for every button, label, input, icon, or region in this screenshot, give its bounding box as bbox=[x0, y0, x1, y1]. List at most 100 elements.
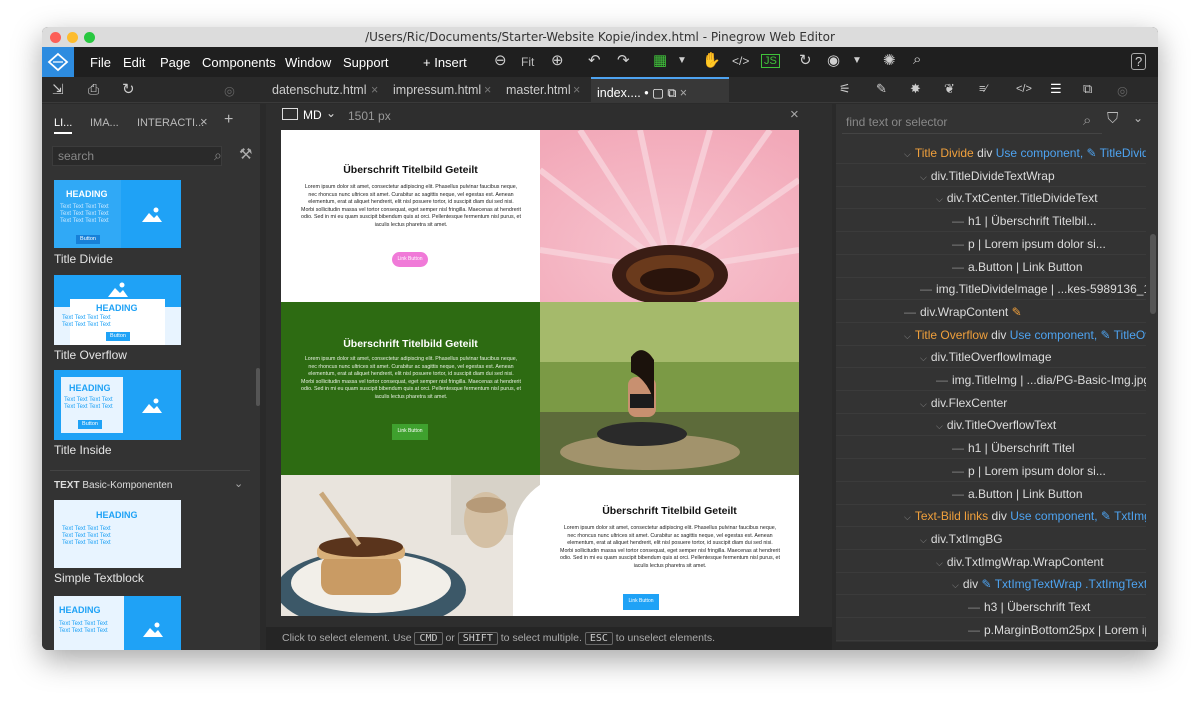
tree-node[interactable]: — div.WrapContent ✎ bbox=[836, 301, 1146, 323]
menu-support[interactable]: Support bbox=[343, 55, 389, 70]
js-icon[interactable]: JS bbox=[761, 54, 780, 68]
tree-node[interactable]: — p | Lorem ipsum dolor si... bbox=[836, 460, 1146, 482]
tree-icon[interactable]: ☰ bbox=[1050, 81, 1062, 97]
left-splitter[interactable] bbox=[260, 104, 266, 650]
component-thumb-title-inside[interactable]: HEADING Text Text Text Text Text Text Te… bbox=[54, 370, 181, 440]
section-heading[interactable]: Überschrift Titelbild Geteilt bbox=[281, 338, 540, 350]
section-heading[interactable]: Überschrift Titelbild Geteilt bbox=[281, 164, 540, 176]
tree-component-link[interactable]: Use component, ✎ TitleOv bbox=[1010, 328, 1146, 342]
tree-component-link[interactable]: ✎ TxtImgTextWrap .TxtImgTextW bbox=[982, 577, 1146, 591]
grid-icon[interactable]: ▦ bbox=[653, 51, 667, 69]
chevron-down-icon[interactable]: ⌵ bbox=[920, 399, 927, 409]
chevron-down-icon[interactable]: ⌵ bbox=[920, 353, 927, 363]
search-icon[interactable]: ⌕ bbox=[913, 51, 921, 68]
brush-icon[interactable]: ✎ bbox=[1008, 305, 1022, 319]
tree-node[interactable]: ⌵ div.TxtImgBG bbox=[836, 528, 1146, 550]
section-paragraph[interactable]: Lorem ipsum dolor sit amet, consectetur … bbox=[301, 356, 521, 401]
globe-icon[interactable]: ✺ bbox=[883, 51, 896, 69]
section-title-divide[interactable]: Überschrift Titelbild Geteilt Lorem ipsu… bbox=[281, 130, 799, 302]
exit-icon[interactable]: ⇲ bbox=[52, 81, 64, 98]
component-thumb-title-divide[interactable]: HEADING Text Text Text Text Text Text Te… bbox=[54, 180, 181, 248]
menu-components[interactable]: Components bbox=[202, 55, 276, 70]
tree-scrollbar[interactable] bbox=[1150, 234, 1156, 314]
sliders-icon[interactable]: ⚟ bbox=[839, 81, 851, 97]
device-size[interactable]: MD bbox=[303, 108, 322, 122]
menu-file[interactable]: File bbox=[90, 55, 111, 70]
tab-master[interactable]: master.html bbox=[506, 83, 571, 97]
chevron-down-icon[interactable]: ⌵ bbox=[920, 172, 927, 182]
redo-icon[interactable]: ↷ bbox=[617, 51, 630, 69]
close-icon[interactable]: × bbox=[200, 114, 208, 129]
print-icon[interactable]: ⎙ bbox=[88, 81, 99, 98]
chevron-down-icon[interactable]: ▼ bbox=[677, 55, 687, 66]
eye-icon[interactable]: ◎ bbox=[224, 83, 235, 98]
tab-interactions[interactable]: INTERACTI... bbox=[137, 117, 204, 129]
tree-node[interactable]: — a.Button | Link Button bbox=[836, 256, 1146, 278]
brush-icon[interactable]: ✎ bbox=[876, 81, 887, 97]
menu-page[interactable]: Page bbox=[160, 55, 190, 70]
link-button[interactable]: Link Button bbox=[623, 594, 659, 610]
library-search-input[interactable]: search bbox=[52, 146, 222, 166]
code-icon[interactable]: </> bbox=[732, 54, 749, 68]
component-thumb-title-overflow[interactable]: HEADING Text Text Text Text Text Text Te… bbox=[54, 275, 181, 345]
tree-search-input[interactable]: find text or selector bbox=[842, 112, 1102, 134]
close-icon[interactable]: × bbox=[573, 83, 580, 97]
link-button[interactable]: Link Button bbox=[392, 252, 428, 267]
tree-node[interactable]: ⌵ div.TitleDivideTextWrap bbox=[836, 165, 1146, 187]
tree-node[interactable]: — img.TitleImg | ...dia/PG-Basic-Img.jpg bbox=[836, 369, 1146, 391]
reload-icon[interactable]: ↻ bbox=[122, 80, 135, 98]
chevron-down-icon[interactable]: ⌄ bbox=[1133, 111, 1143, 125]
tree-node[interactable]: ⌵ div.TxtCenter.TitleDivideText bbox=[836, 187, 1146, 210]
insert-button[interactable]: + Insert bbox=[423, 55, 467, 70]
zoom-in-icon[interactable]: ⊕ bbox=[551, 51, 564, 69]
tab-images[interactable]: IMA... bbox=[90, 117, 119, 129]
section-heading[interactable]: Überschrift Titelbild Geteilt bbox=[540, 505, 799, 517]
close-icon[interactable]: × bbox=[484, 83, 491, 97]
search-icon[interactable]: ⌕ bbox=[1083, 112, 1091, 129]
page-preview[interactable]: Überschrift Titelbild Geteilt Lorem ipsu… bbox=[281, 130, 799, 616]
tree-hscroll-track[interactable] bbox=[836, 642, 1158, 650]
device-icon[interactable] bbox=[282, 108, 298, 120]
tab-index[interactable]: index.... • ▢ ⧉ × bbox=[591, 77, 729, 103]
chevron-down-icon[interactable]: ⌄ bbox=[234, 477, 243, 490]
component-thumb-heading-image[interactable]: HEADING Text Text Text Text Text Text Te… bbox=[54, 596, 181, 650]
undo-icon[interactable]: ↶ bbox=[588, 51, 601, 69]
help-icon[interactable]: ? bbox=[1131, 53, 1147, 70]
add-tab-icon[interactable]: + bbox=[224, 111, 233, 129]
tree-node[interactable]: ⌵ div.TitleOverflowText bbox=[836, 414, 1146, 437]
tab-datenschutz[interactable]: datenschutz.html bbox=[272, 83, 367, 97]
tree-node[interactable]: ⌵ div ✎ TxtImgTextWrap .TxtImgTextW bbox=[836, 573, 1146, 596]
chevron-down-icon[interactable]: ⌵ bbox=[952, 580, 959, 590]
filter-icon[interactable]: ⛉ bbox=[1107, 110, 1118, 127]
close-icon[interactable]: × bbox=[790, 106, 799, 123]
tree-node[interactable]: ⌵ div.FlexCenter bbox=[836, 392, 1146, 414]
hand-icon[interactable]: ✋ bbox=[702, 51, 721, 69]
chevron-down-icon[interactable]: ⌵ bbox=[936, 421, 943, 431]
close-icon[interactable]: × bbox=[680, 86, 687, 100]
tools-icon[interactable]: ⚒ bbox=[239, 145, 252, 163]
preview-icon[interactable]: ◉ bbox=[827, 51, 840, 69]
menu-edit[interactable]: Edit bbox=[123, 55, 145, 70]
close-icon[interactable]: × bbox=[371, 83, 378, 97]
text-icon[interactable]: ≡⁄ bbox=[979, 83, 987, 95]
section-paragraph[interactable]: Lorem ipsum dolor sit amet, consectetur … bbox=[560, 525, 780, 570]
tree-node[interactable]: ⌵ Text-Bild links div Use component, ✎ Tx… bbox=[836, 505, 1146, 528]
fit-button[interactable]: Fit bbox=[521, 55, 534, 69]
maximize-window-button[interactable] bbox=[84, 32, 95, 43]
chevron-down-icon[interactable]: ⌵ bbox=[936, 194, 943, 204]
tab-library[interactable]: LI... bbox=[54, 117, 73, 134]
tree-node[interactable]: — h3 | Überschrift Text bbox=[836, 596, 1146, 618]
tree-component-link[interactable]: Use component, ✎ TitleDivide bbox=[996, 146, 1146, 160]
tree-node[interactable]: — a.Button | Link Button bbox=[836, 483, 1146, 505]
section-paragraph[interactable]: Lorem ipsum dolor sit amet, consectetur … bbox=[301, 184, 521, 229]
section-text-image[interactable]: Überschrift Titelbild Geteilt Lorem ipsu… bbox=[281, 475, 799, 616]
tree-node[interactable]: ⌵ Title Divide div Use component, ✎ Title… bbox=[836, 142, 1146, 164]
eye-icon[interactable]: ◎ bbox=[1117, 83, 1128, 98]
minimize-window-button[interactable] bbox=[67, 32, 78, 43]
component-thumb-simple-textblock[interactable]: HEADING Text Text Text Text Text Text Te… bbox=[54, 500, 181, 568]
section-title-overflow[interactable]: Überschrift Titelbild Geteilt Lorem ipsu… bbox=[281, 302, 799, 475]
chevron-down-icon[interactable]: ⌵ bbox=[904, 331, 911, 341]
menu-window[interactable]: Window bbox=[285, 55, 331, 70]
magic-icon[interactable]: ✸ bbox=[910, 81, 921, 97]
refresh-icon[interactable]: ↻ bbox=[799, 51, 812, 69]
